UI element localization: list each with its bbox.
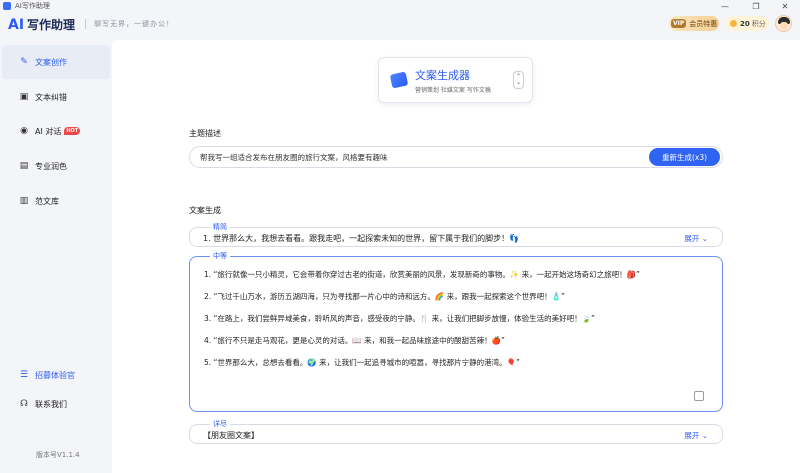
variant-label: 中等 xyxy=(210,251,230,261)
sidebar-item-copywriting[interactable]: ✎ 文案创作 xyxy=(2,45,110,79)
window-titlebar: AI写作助理 — ❐ ✕ xyxy=(0,0,800,12)
points-unit: 积分 xyxy=(751,19,766,28)
sidebar-item-library[interactable]: ▥ 范文库 xyxy=(2,184,110,218)
vip-label: 会员特惠 xyxy=(689,19,718,28)
variant-content: 【朋友圈文案】 xyxy=(203,431,259,440)
close-button[interactable]: ✕ xyxy=(770,0,800,12)
hot-badge: HOT xyxy=(64,127,81,135)
variant-concise[interactable]: 精简 1. 世界那么大，我想去看看。跟我走吧，一起探索未知的世界，留下属于我们的… xyxy=(189,222,723,247)
points-value: 20 xyxy=(740,19,750,28)
recruit-icon: ☰ xyxy=(19,370,29,380)
variant-detailed[interactable]: 详尽 【朋友圈文案】 展开 ⌄ xyxy=(189,419,723,444)
variant-content: 1. 世界那么大，我想去看看。跟我走吧，一起探索未知的世界，留下属于我们的脚步！… xyxy=(203,234,520,243)
maximize-button[interactable]: ❐ xyxy=(741,0,771,12)
minimize-button[interactable]: — xyxy=(710,0,740,12)
brand-logo: AI 写作助理 xyxy=(8,16,75,33)
list-item: 3. “在路上，我们尝鲜异域美食，聆听风的声音，感受夜的宁静。🍴 来，让我们把脚… xyxy=(204,314,595,323)
main-panel: 文案生成器 营销策划 社媒文案 写作文稿 ⌃⌄ 主题描述 重新生成(x3) 文案… xyxy=(112,40,800,473)
coin-icon xyxy=(730,20,737,27)
vip-offer-button[interactable]: VIP 会员特惠 xyxy=(669,16,719,31)
topic-input[interactable] xyxy=(200,147,640,167)
variant-label: 详尽 xyxy=(210,419,230,429)
points-badge[interactable]: 20 积分 xyxy=(725,16,769,31)
edit-doc-icon: ▣ xyxy=(19,92,29,102)
generator-icon xyxy=(389,71,409,89)
expand-button[interactable]: 展开 ⌄ xyxy=(684,233,708,244)
brand-ai: AI xyxy=(8,16,25,33)
copy-icon[interactable] xyxy=(694,391,704,401)
topic-label: 主题描述 xyxy=(189,129,221,138)
avatar[interactable] xyxy=(775,15,792,32)
headset-icon: ☊ xyxy=(20,399,28,409)
variant-lines: 1. “旅行就像一只小精灵，它会带着你穿过古老的街道，欣赏美丽的风景，发现新奇的… xyxy=(204,268,699,389)
regenerate-button[interactable]: 重新生成(x3) xyxy=(649,148,720,166)
library-icon: ▥ xyxy=(19,196,29,206)
app-icon xyxy=(3,2,11,10)
brand-slogan: 聊写无界，一键办公！ xyxy=(85,19,174,29)
output-label: 文案生成 xyxy=(189,206,221,215)
sidebar-item-ai-chat[interactable]: ◉ AI 对话 HOT xyxy=(2,114,110,148)
pen-icon: ✎ xyxy=(20,57,28,67)
list-item: 1. “旅行就像一只小精灵，它会带着你穿过古老的街道，欣赏美丽的风景，发现新奇的… xyxy=(204,270,640,279)
variant-label: 精简 xyxy=(210,222,230,232)
topic-field: 重新生成(x3) xyxy=(189,146,723,168)
sidebar: ✎ 文案创作 ▣ 文本纠错 ◉ AI 对话 HOT ▤ 专业润色 ▥ 范文库 ☰… xyxy=(0,40,112,473)
sidebar-item-proofreading[interactable]: ▣ 文本纠错 xyxy=(2,80,110,114)
version-label: 版本号V1.1.4 xyxy=(36,451,80,459)
contact-us-link[interactable]: ☊ 联系我们 xyxy=(2,387,110,421)
eye-chat-icon: ◉ xyxy=(20,126,28,136)
sidebar-item-polishing[interactable]: ▤ 专业润色 xyxy=(2,149,110,183)
window-title: AI写作助理 xyxy=(15,2,50,10)
generator-selector[interactable]: 文案生成器 营销策划 社媒文案 写作文稿 ⌃ ⌄ xyxy=(378,57,533,103)
vip-tag: VIP xyxy=(671,19,687,28)
expand-button[interactable]: 展开 ⌄ xyxy=(684,430,708,441)
variant-medium[interactable]: 中等 1. “旅行就像一只小精灵，它会带着你穿过古老的街道，欣赏美丽的风景，发现… xyxy=(189,251,723,412)
list-item: 4. “旅行不只是走马观花，更是心灵的对话。📖 来，和我一起品味旅途中的酸甜苦辣… xyxy=(204,336,505,345)
list-item: 2. “飞过千山万水，游历五湖四海，只为寻找那一片心中的诗和远方。🌈 来，跟我一… xyxy=(204,292,565,301)
brand-name: 写作助理 xyxy=(27,17,76,32)
generator-subtitle: 营销策划 社媒文案 写作文稿 xyxy=(415,86,491,94)
list-item: 5. “世界那么大，总想去看看。🌍 来，让我们一起追寻城市的喧嚣，寻找那片宁静的… xyxy=(204,358,520,367)
polish-icon: ▤ xyxy=(19,161,29,171)
switch-generator-icon[interactable]: ⌃ ⌄ xyxy=(513,71,524,89)
generator-title: 文案生成器 xyxy=(415,68,470,82)
